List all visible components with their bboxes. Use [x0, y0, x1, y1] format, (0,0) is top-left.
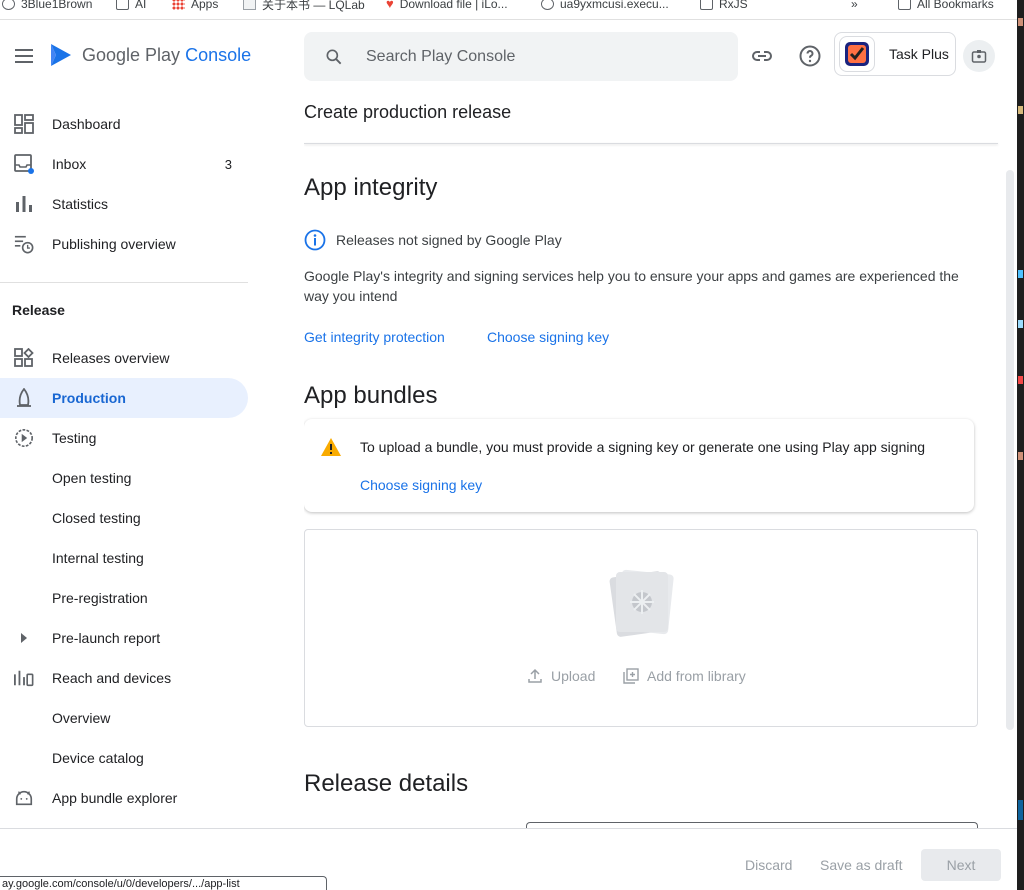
save-draft-button[interactable]: Save as draft — [820, 857, 903, 873]
bundle-drop-zone[interactable]: Upload Add from library — [304, 529, 978, 727]
bookmark-item[interactable]: 关于本书 — LQLab — [243, 0, 365, 12]
main-content: Create production release App integrity … — [304, 92, 1004, 828]
sidebar-item-open-testing[interactable]: Open testing — [0, 458, 248, 498]
bookmark-item[interactable]: Apps — [172, 0, 218, 12]
app-bundles-heading: App bundles — [304, 382, 438, 409]
choose-signing-key-link[interactable]: Choose signing key — [487, 329, 609, 345]
expand-arrow-icon[interactable] — [18, 632, 30, 644]
top-app-bar: Google Play Console Task Plus — [0, 20, 1017, 92]
upload-button[interactable]: Upload — [527, 668, 595, 684]
folder-icon — [700, 0, 713, 10]
signing-warning-card: To upload a bundle, you must provide a s… — [304, 419, 974, 512]
app-name: Task Plus — [889, 46, 949, 62]
upload-icon — [528, 668, 542, 683]
bookmarks-overflow-button[interactable]: » — [851, 0, 858, 12]
page-icon — [243, 0, 256, 10]
devtools-edge — [1017, 0, 1024, 890]
integrity-status: Releases not signed by Google Play — [304, 229, 562, 251]
sidebar-item-pre-registration[interactable]: Pre-registration — [0, 578, 248, 618]
releases-overview-icon — [14, 348, 34, 367]
help-icon[interactable] — [798, 44, 822, 68]
discard-button[interactable]: Discard — [745, 857, 792, 873]
navigation-drawer: Dashboard Inbox 3 Statistics Publishing … — [0, 104, 248, 828]
link-status-bar: ay.google.com/console/u/0/developers/...… — [0, 876, 327, 890]
search-icon — [326, 49, 342, 64]
android-icon — [15, 790, 33, 806]
warning-message: To upload a bundle, you must provide a s… — [360, 439, 926, 455]
production-icon — [17, 388, 31, 407]
integrity-description: Google Play's integrity and signing serv… — [304, 268, 959, 304]
reach-devices-icon — [14, 670, 34, 687]
folder-icon — [116, 0, 129, 10]
warning-icon — [321, 438, 341, 456]
sidebar-item-app-bundle-explorer[interactable]: App bundle explorer — [0, 778, 248, 818]
warning-choose-signing-key-link[interactable]: Choose signing key — [360, 477, 482, 493]
apps-grid-icon — [172, 0, 185, 10]
release-details-heading: Release details — [304, 770, 469, 797]
app-icon — [839, 36, 875, 72]
sidebar-divider — [0, 282, 248, 283]
sidebar-item-device-catalog[interactable]: Device catalog — [0, 738, 248, 778]
page-title: Create production release — [304, 102, 512, 122]
sidebar-item-statistics[interactable]: Statistics — [0, 184, 248, 224]
app-bundle-illustration-icon — [609, 569, 674, 637]
info-icon — [304, 229, 326, 251]
inbox-count-badge: 3 — [224, 156, 232, 172]
get-integrity-protection-link[interactable]: Get integrity protection — [304, 329, 445, 345]
search-input[interactable] — [366, 47, 706, 66]
google-play-logo-icon — [51, 44, 71, 66]
app-selector[interactable]: Task Plus — [834, 32, 956, 76]
sidebar-item-closed-testing[interactable]: Closed testing — [0, 498, 248, 538]
main-scrollbar[interactable] — [1006, 170, 1014, 730]
bookmark-item[interactable]: RxJS — [700, 0, 748, 12]
bookmark-item[interactable]: ♥ Download file | iLo... — [386, 0, 508, 12]
sidebar-item-overview[interactable]: Overview — [0, 698, 248, 738]
sidebar-item-production[interactable]: Production — [0, 378, 248, 418]
play-console-logo[interactable]: Google Play Console — [48, 42, 251, 68]
link-icon[interactable] — [750, 44, 774, 68]
sidebar-item-reach-and-devices[interactable]: Reach and devices — [0, 658, 248, 698]
bookmark-item[interactable]: AI — [116, 0, 146, 12]
globe-icon — [2, 0, 15, 10]
logo-text: Google Play Console — [82, 44, 252, 65]
folder-icon — [898, 0, 911, 10]
next-button[interactable]: Next — [921, 849, 1001, 881]
globe-icon — [541, 0, 554, 10]
bookmarks-bar: 3Blue1Brown AI Apps 关于本书 — LQLab ♥ Downl… — [0, 0, 1024, 20]
bar-chart-icon — [16, 196, 32, 212]
sidebar-item-dashboard[interactable]: Dashboard — [0, 104, 248, 144]
developer-account-button[interactable] — [963, 40, 995, 72]
all-bookmarks-button[interactable]: All Bookmarks — [898, 0, 994, 12]
dashboard-icon — [14, 114, 34, 134]
publishing-icon — [14, 235, 34, 254]
account-badge-icon — [971, 50, 987, 63]
heart-icon: ♥ — [386, 0, 394, 11]
sidebar-item-publishing-overview[interactable]: Publishing overview — [0, 224, 248, 264]
sidebar-item-releases-overview[interactable]: Releases overview — [0, 338, 248, 378]
sidebar-item-internal-testing[interactable]: Internal testing — [0, 538, 248, 578]
title-divider — [304, 143, 998, 144]
sidebar-item-inbox[interactable]: Inbox 3 — [0, 144, 248, 184]
library-add-icon — [623, 668, 639, 684]
inbox-icon — [14, 154, 34, 174]
sidebar-section-release: Release — [12, 302, 65, 318]
sidebar-item-pre-launch-report[interactable]: Pre-launch report — [0, 618, 248, 658]
add-from-library-button[interactable]: Add from library — [623, 668, 746, 684]
app-integrity-heading: App integrity — [304, 174, 438, 201]
testing-icon — [15, 429, 33, 447]
bookmark-item[interactable]: 3Blue1Brown — [0, 0, 92, 12]
sidebar-item-testing[interactable]: Testing — [0, 418, 248, 458]
bookmark-item[interactable]: ua9yxmcusi.execu... — [541, 0, 669, 12]
search-box[interactable] — [304, 32, 738, 81]
main-menu-button[interactable] — [12, 44, 36, 68]
